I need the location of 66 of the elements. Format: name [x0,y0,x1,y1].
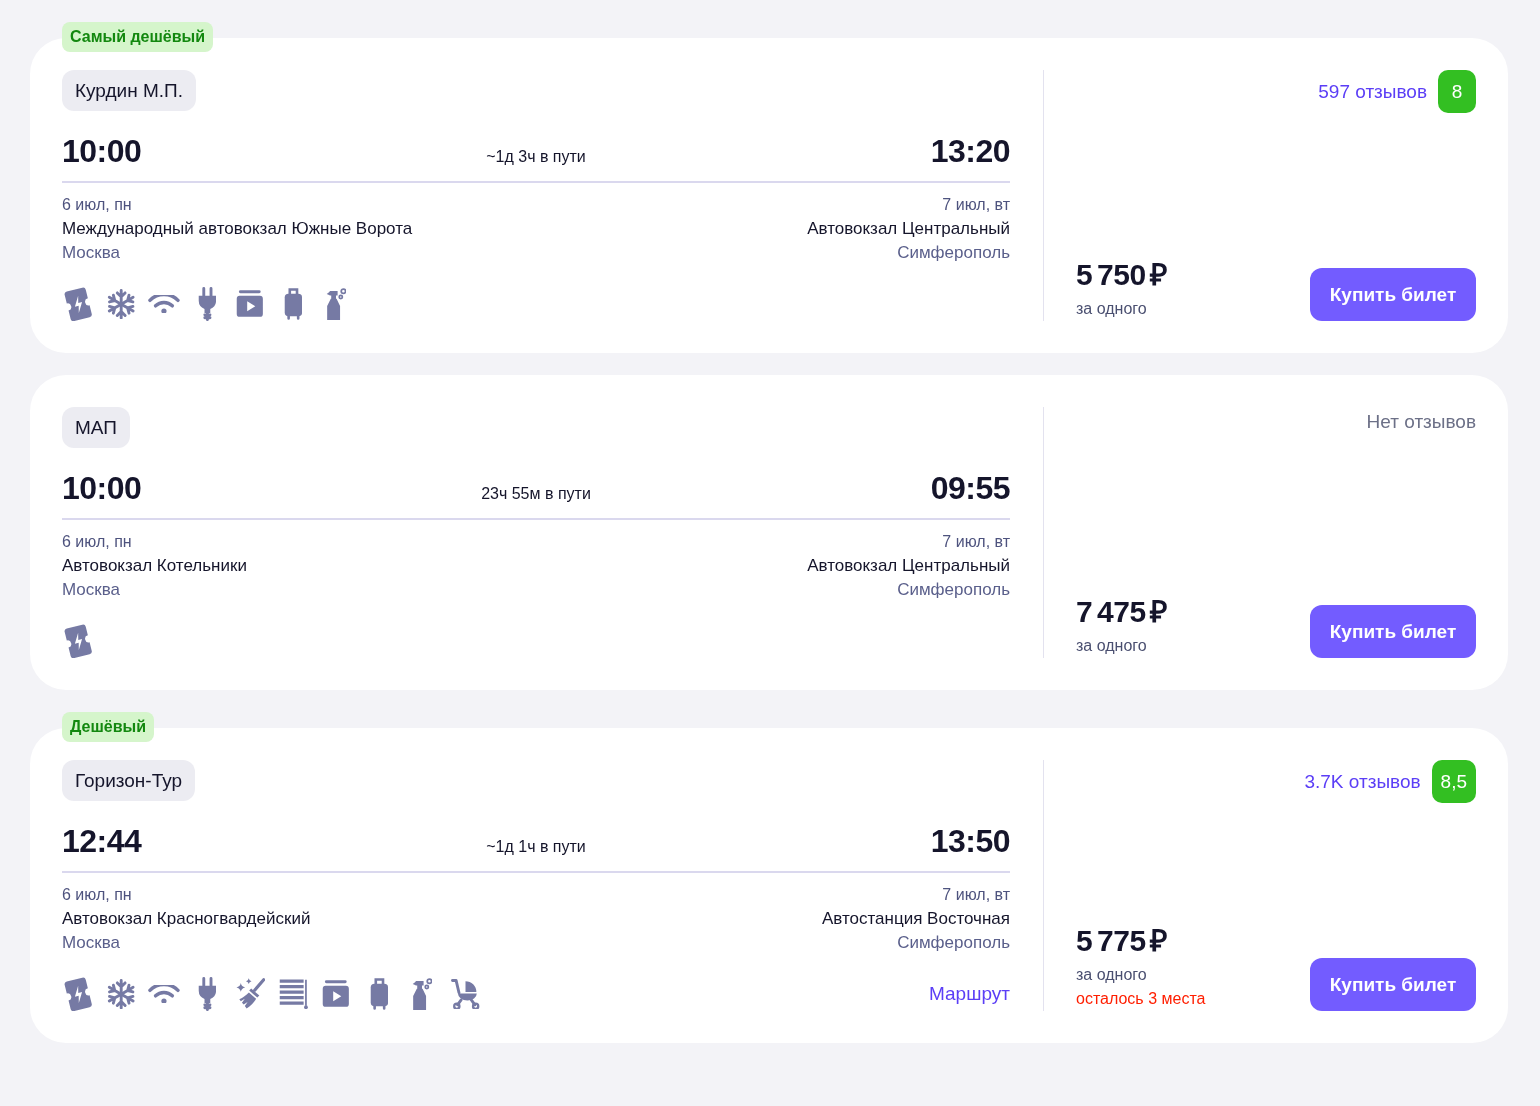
departure-station: Автовокзал Красногвардейский [62,908,311,930]
price-note: за одного [1076,965,1147,985]
arrival-city: Симферополь [897,242,1010,264]
ticket-icon [62,976,94,1012]
suitcase-icon [369,978,389,1010]
arrival-time: 09:55 [930,469,1010,508]
price-note: за одного [1076,299,1147,319]
buy-ticket-button[interactable]: Купить билет [1310,605,1476,658]
ticket-icon [62,286,94,322]
arrival-station: Автовокзал Центральный [807,555,1010,577]
carrier-tag: МАП [62,407,130,448]
travel-duration: 23ч 55м в пути [481,485,591,503]
carrier-tag: Курдин М.П. [62,70,196,111]
deal-badge: Дешёвый [62,712,155,742]
departure-city: Москва [62,932,121,954]
departure-date: 6 июл, пн [62,532,132,552]
snowflake-icon [105,288,137,320]
arrival-time: 13:50 [930,822,1010,861]
plug-icon [197,287,217,321]
arrival-city: Симферополь [897,932,1010,954]
blinds-icon [278,978,308,1010]
suitcase-icon [283,288,303,320]
departure-time: 10:00 [62,469,142,508]
stroller-icon [450,978,480,1010]
spray-bottle-icon [411,978,433,1010]
broom-icon [234,978,266,1010]
departure-city: Москва [62,579,121,601]
arrival-date: 7 июл, вт [942,532,1010,552]
arrival-time: 13:20 [930,132,1010,171]
price: 7 475 ₽ [1076,594,1167,630]
ticket-icon [62,623,94,659]
rating-badge: 8 [1438,70,1476,113]
departure-time: 10:00 [62,132,142,171]
carrier-tag: Горизон-Тур [62,760,196,801]
price: 5 775 ₽ [1076,923,1167,959]
plug-icon [197,977,217,1011]
departure-date: 6 июл, пн [62,195,132,215]
departure-station: Автовокзал Котельники [62,555,247,577]
wifi-icon [148,294,180,314]
price: 5 750 ₽ [1076,257,1167,293]
buy-ticket-button[interactable]: Купить билет [1310,958,1476,1011]
video-icon [236,289,264,319]
deal-badge: Самый дешёвый [62,22,214,52]
departure-date: 6 июл, пн [62,885,132,905]
arrival-date: 7 июл, вт [942,885,1010,905]
departure-time: 12:44 [62,822,142,861]
snowflake-icon [105,978,137,1010]
buy-ticket-button[interactable]: Купить билет [1310,268,1476,321]
route-link[interactable]: Маршрут [929,983,1010,1005]
arrival-station: Автовокзал Центральный [807,218,1010,240]
travel-duration: ~1д 3ч в пути [486,148,586,166]
arrival-station: Автостанция Восточная [821,908,1010,930]
spray-bottle-icon [325,288,347,320]
reviews-link[interactable]: 597 отзывов [1318,76,1427,107]
no-reviews-text: Нет отзывов [1366,410,1476,434]
arrival-date: 7 июл, вт [942,195,1010,215]
price-note: за одного [1076,636,1147,656]
video-icon [322,979,350,1009]
reviews-link[interactable]: 3.7K отзывов [1304,766,1421,797]
departure-city: Москва [62,242,121,264]
seats-left-warning: осталось 3 места [1076,989,1206,1009]
travel-duration: ~1д 1ч в пути [486,838,586,856]
arrival-city: Симферополь [897,579,1010,601]
departure-station: Международный автовокзал Южные Ворота [62,218,413,240]
wifi-icon [148,984,180,1004]
rating-badge: 8,5 [1431,760,1476,803]
